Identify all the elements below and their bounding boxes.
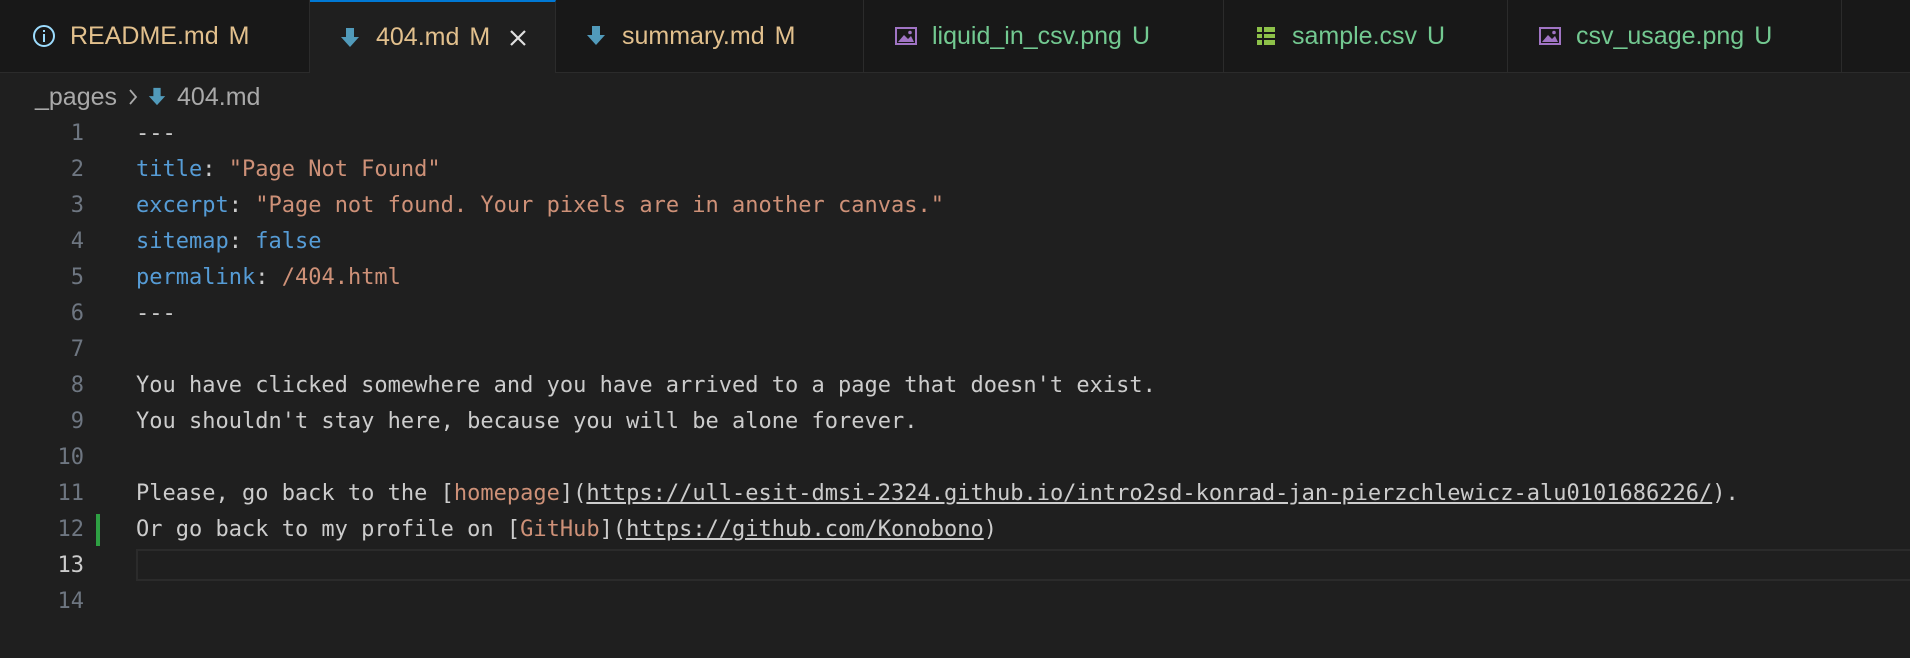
tab-label: csv_usage.png — [1576, 21, 1745, 50]
md-link-url[interactable]: https://github.com/Konobono — [626, 517, 984, 542]
code-line[interactable]: 2 title: "Page Not Found" — [0, 152, 1910, 188]
line-number: 6 — [70, 301, 84, 326]
git-status-badge: U — [1427, 21, 1446, 50]
code-text: Or go back to my profile on [GitHub](htt… — [136, 512, 997, 548]
current-line-highlight — [136, 549, 1910, 581]
line-number: 3 — [70, 193, 84, 218]
gutter-added-indicator — [96, 514, 100, 546]
breadcrumb: _pages 404.md — [35, 80, 260, 114]
md-text: ]( — [559, 481, 587, 506]
tab-sample-csv[interactable]: sample.csv U — [1224, 0, 1508, 72]
tab-liquid-in-csv[interactable]: liquid_in_csv.png U — [864, 0, 1224, 72]
yaml-value: "Page not found. Your pixels are in anot… — [255, 193, 944, 218]
code-line[interactable]: 7 — [0, 332, 1910, 368]
breadcrumb-folder[interactable]: _pages — [35, 83, 117, 112]
line-number: 7 — [70, 337, 84, 362]
yaml-key: title — [136, 157, 203, 182]
code-text: title: "Page Not Found" — [136, 152, 441, 188]
md-text: ). — [1712, 481, 1739, 506]
md-text: ]( — [599, 517, 627, 542]
code-text: Please, go back to the [homepage](https:… — [136, 476, 1739, 512]
code-line[interactable]: 3 excerpt: "Page not found. Your pixels … — [0, 188, 1910, 224]
code-line[interactable]: 1 --- — [0, 116, 1910, 152]
md-link-text: homepage — [453, 481, 560, 506]
yaml-key: sitemap — [136, 229, 229, 254]
tab-label: 404.md — [376, 23, 460, 51]
line-number: 5 — [70, 265, 84, 290]
tab-bar-empty-area — [1842, 0, 1910, 72]
md-link-url[interactable]: https://ull-esit-dmsi-2324.github.io/int… — [586, 481, 1712, 506]
code-line[interactable]: 8 You have clicked somewhere and you hav… — [0, 368, 1910, 404]
code-text: --- — [136, 301, 176, 326]
code-text: --- — [136, 121, 176, 146]
tab-summary[interactable]: summary.md M — [556, 0, 864, 72]
code-line[interactable]: 14 — [0, 584, 1910, 620]
line-number: 9 — [70, 409, 84, 434]
git-status-badge: M — [774, 21, 796, 50]
line-number: 14 — [57, 589, 85, 614]
tab-bar: README.md M 404.md M summary.md M liquid… — [0, 0, 1910, 73]
code-text: excerpt: "Page not found. Your pixels ar… — [136, 188, 944, 224]
line-number: 1 — [70, 121, 84, 146]
tab-label: summary.md — [622, 21, 765, 50]
code-line[interactable]: 9 You shouldn't stay here, because you w… — [0, 404, 1910, 440]
yaml-key: excerpt — [136, 193, 229, 218]
yaml-colon: : — [255, 265, 282, 290]
yaml-value: /404.html — [281, 265, 401, 290]
yaml-value: false — [255, 229, 322, 254]
tab-readme[interactable]: README.md M — [0, 0, 310, 72]
md-text: Please, go back to the [ — [136, 481, 454, 506]
yaml-key: permalink — [136, 265, 256, 290]
md-text: Or go back to my profile on [ — [136, 517, 521, 542]
markdown-download-icon — [336, 24, 364, 52]
line-number: 13 — [57, 553, 85, 578]
breadcrumb-file[interactable]: 404.md — [177, 83, 260, 112]
code-line[interactable]: 6 --- — [0, 296, 1910, 332]
git-status-badge: M — [469, 23, 491, 51]
tab-label: liquid_in_csv.png — [932, 21, 1122, 50]
code-line[interactable]: 5 permalink: /404.html — [0, 260, 1910, 296]
code-editor[interactable]: 1 --- 2 title: "Page Not Found" 3 excerp… — [0, 116, 1910, 658]
line-number: 12 — [57, 517, 85, 542]
image-icon — [1536, 22, 1564, 50]
code-line[interactable]: 10 — [0, 440, 1910, 476]
git-status-badge: M — [228, 21, 250, 50]
yaml-colon: : — [228, 229, 256, 254]
yaml-value: "Page Not Found" — [228, 157, 441, 182]
markdown-download-icon — [582, 22, 610, 50]
code-line[interactable]: 11 Please, go back to the [homepage](htt… — [0, 476, 1910, 512]
code-text: You shouldn't stay here, because you wil… — [136, 409, 918, 434]
md-text: ) — [983, 517, 997, 542]
line-number: 10 — [57, 445, 85, 470]
code-text: permalink: /404.html — [136, 260, 401, 296]
git-status-badge: U — [1754, 21, 1773, 50]
code-text: sitemap: false — [136, 224, 321, 260]
image-icon — [892, 22, 920, 50]
tab-label: sample.csv — [1292, 21, 1418, 50]
tab-csv-usage[interactable]: csv_usage.png U — [1508, 0, 1842, 72]
line-number: 2 — [70, 157, 84, 182]
code-line[interactable]: 12 Or go back to my profile on [GitHub](… — [0, 512, 1910, 548]
line-number: 4 — [70, 229, 84, 254]
close-icon[interactable] — [504, 24, 532, 52]
yaml-colon: : — [202, 157, 229, 182]
info-icon — [30, 22, 58, 50]
chevron-right-icon — [127, 87, 139, 107]
git-status-badge: U — [1131, 21, 1151, 50]
line-number: 8 — [70, 373, 84, 398]
code-line-current[interactable]: 13 — [0, 548, 1910, 584]
code-line[interactable]: 4 sitemap: false — [0, 224, 1910, 260]
line-number: 11 — [57, 481, 85, 506]
yaml-colon: : — [228, 193, 256, 218]
table-icon — [1252, 22, 1280, 50]
tab-404[interactable]: 404.md M — [310, 0, 556, 73]
code-text: You have clicked somewhere and you have … — [136, 373, 1156, 398]
markdown-download-icon — [147, 86, 167, 108]
tab-label: README.md — [70, 21, 219, 50]
md-link-text: GitHub — [520, 517, 600, 542]
